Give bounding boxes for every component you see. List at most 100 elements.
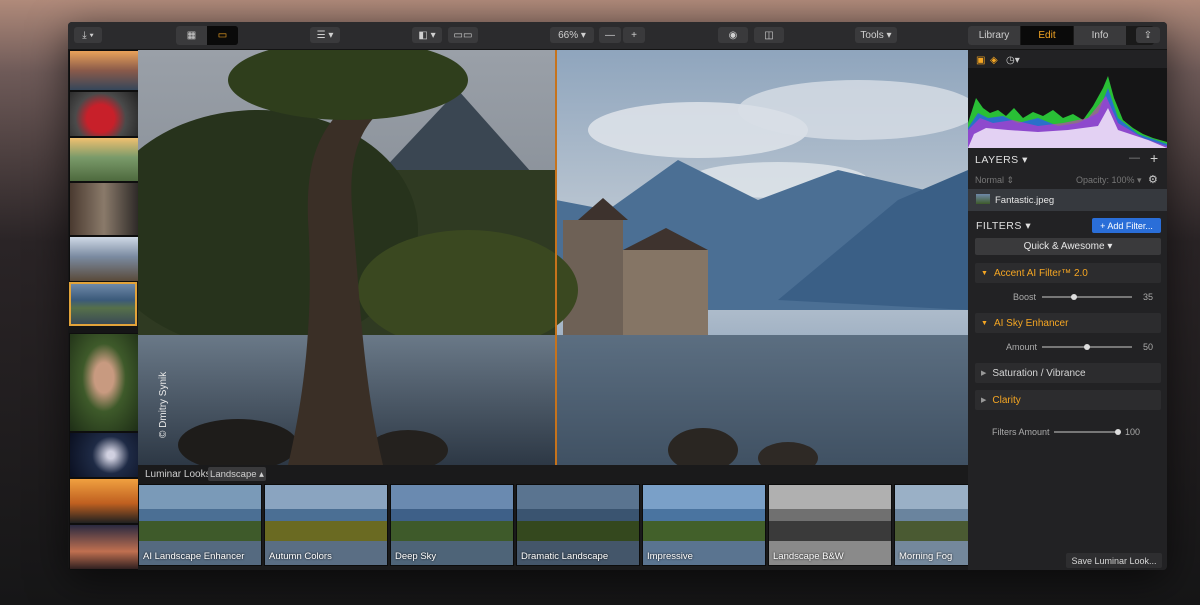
grid-view-button[interactable]: ▦ — [176, 26, 207, 45]
view-mode-toggle: ▦ ▭ — [176, 26, 238, 45]
export-button[interactable]: ⤓ ▾ — [74, 27, 102, 43]
look-name: AI Landscape Enhancer — [143, 551, 245, 562]
opacity-value: Opacity: 100% — [1076, 175, 1135, 185]
layers-stack-icon[interactable]: ◈ — [990, 55, 998, 66]
look-name: Landscape B&W — [773, 551, 844, 562]
layer-thumbnail — [976, 194, 990, 204]
chevron-down-icon: ▼ — [981, 319, 988, 327]
boost-slider-knob[interactable] — [1070, 294, 1077, 300]
single-view-button[interactable]: ▭ — [207, 26, 238, 45]
zoom-out-button[interactable]: — — [599, 27, 621, 43]
histogram — [968, 68, 1167, 148]
look-thumb[interactable]: AI Landscape Enhancer — [138, 484, 262, 566]
filter-ai-sky-enhancer[interactable]: ▼ AI Sky Enhancer — [975, 313, 1161, 333]
boost-slider[interactable] — [1042, 294, 1132, 300]
preview-button[interactable]: ◉ — [718, 27, 748, 43]
filmstrip-thumb[interactable] — [69, 91, 139, 137]
blend-mode-value: Normal — [975, 175, 1005, 185]
layer-settings-gear-icon[interactable]: ⚙ — [1148, 173, 1158, 186]
zoom-in-button[interactable]: + — [623, 27, 645, 43]
remove-layer-button[interactable]: — — [1129, 152, 1140, 164]
filmstrip-thumb[interactable] — [69, 524, 139, 570]
boost-value: 35 — [1143, 292, 1154, 302]
opacity-select[interactable]: Opacity: 100% ▾ — [1076, 175, 1142, 186]
mode-tabs: Library Edit Info — [968, 26, 1154, 45]
look-thumb[interactable]: Impressive — [642, 484, 766, 566]
amount-slider[interactable] — [1042, 344, 1132, 350]
look-thumb[interactable]: Autumn Colors — [264, 484, 388, 566]
amount-value: 50 — [1143, 342, 1154, 352]
panels-button[interactable]: ◧ ▾ — [412, 27, 442, 43]
filter-saturation-vibrance[interactable]: ▶ Saturation / Vibrance — [975, 363, 1161, 383]
look-thumb[interactable]: Landscape B&W — [768, 484, 892, 566]
looks-category-select[interactable]: Landscape ▴ — [208, 467, 266, 481]
look-name: Dramatic Landscape — [521, 551, 609, 562]
look-name: Autumn Colors — [269, 551, 332, 562]
tab-library[interactable]: Library — [968, 26, 1020, 45]
photo-watermark: © Dmitry Synik — [158, 371, 169, 438]
look-thumb[interactable]: Morning Fog — [894, 484, 970, 566]
look-name: Morning Fog — [899, 551, 953, 562]
filmstrip-thumb[interactable] — [69, 137, 139, 182]
save-look-button[interactable]: Save Luminar Look... — [1066, 553, 1162, 568]
sort-button[interactable]: ☰ ▾ — [310, 27, 340, 43]
filmstrip-thumb[interactable] — [69, 50, 139, 91]
filter-accent-ai[interactable]: ▼ Accent AI Filter™ 2.0 — [975, 263, 1161, 283]
chevron-right-icon: ▶ — [981, 370, 987, 377]
amount-label: Amount — [1006, 342, 1038, 352]
app-window: ⤓ ▾ ▦ ▭ ☰ ▾ ◧ ▾ ▭▭ 66% ▾ — + ◉ ◫ Tools ▾… — [68, 22, 1167, 570]
layer-row[interactable]: Fantastic.jpeg — [968, 189, 1167, 211]
add-filter-button[interactable]: + Add Filter... — [1092, 218, 1161, 233]
tab-edit[interactable]: Edit — [1021, 26, 1073, 45]
filmstrip-thumb-selected[interactable] — [69, 282, 137, 326]
filter-name: Clarity — [992, 394, 1021, 406]
zoom-value: 66% — [558, 29, 579, 41]
add-layer-button[interactable]: + — [1150, 150, 1158, 166]
plus-icon: + — [631, 29, 637, 41]
filmstrip-button[interactable]: ▭▭ — [448, 27, 478, 43]
filters-amount-label: Filters Amount — [992, 427, 1050, 437]
tab-label: Info — [1091, 30, 1109, 41]
filters-header[interactable]: FILTERS ▾ — [976, 220, 1031, 232]
compare-button[interactable]: ◫ — [754, 27, 784, 43]
download-icon: ⤓ ▾ — [82, 29, 94, 41]
tab-info[interactable]: Info — [1074, 26, 1126, 45]
histogram-icon[interactable]: ▣ — [976, 55, 985, 66]
look-name: Impressive — [647, 551, 693, 562]
filmstrip-thumb[interactable] — [69, 333, 139, 432]
split-compare-icon: ◫ — [764, 29, 774, 41]
image-canvas[interactable]: © Dmitry Synik — [138, 50, 968, 465]
blend-mode-select[interactable]: Normal ⇕ — [975, 175, 1014, 186]
filters-title: FILTERS — [976, 220, 1022, 232]
looks-category-value: Landscape — [210, 468, 257, 480]
tab-label: Library — [978, 30, 1010, 41]
tab-label: Edit — [1038, 30, 1056, 41]
chevron-down-icon: ▼ — [981, 269, 988, 277]
share-icon: ⇪ — [1143, 29, 1153, 41]
looks-bar: Luminar Looks: Landscape ▴ AI Landscape … — [138, 465, 970, 570]
boost-label: Boost — [1013, 292, 1037, 302]
toolbar: ⤓ ▾ ▦ ▭ ☰ ▾ ◧ ▾ ▭▭ 66% ▾ — + ◉ ◫ Tools ▾… — [68, 22, 1167, 50]
eye-icon: ◉ — [728, 29, 738, 41]
filmstrip-thumb[interactable] — [69, 236, 139, 282]
share-button[interactable]: ⇪ — [1136, 27, 1160, 43]
filters-amount-slider-knob[interactable] — [1115, 429, 1121, 435]
tools-label: Tools — [860, 29, 884, 41]
photo-preview — [138, 50, 968, 465]
filter-name: AI Sky Enhancer — [993, 317, 1069, 329]
filters-amount-slider[interactable] — [1054, 429, 1121, 435]
filters-amount-value: 100 — [1125, 427, 1141, 437]
look-thumb[interactable]: Deep Sky — [390, 484, 514, 566]
preset-select[interactable]: Quick & Awesome ▾ — [975, 238, 1161, 255]
tools-menu[interactable]: Tools ▾ — [855, 27, 897, 43]
layers-header[interactable]: LAYERS ▾ — [975, 154, 1028, 166]
zoom-select[interactable]: 66% ▾ — [550, 27, 594, 43]
look-thumb[interactable]: Dramatic Landscape — [516, 484, 640, 566]
filmstrip-thumb[interactable] — [69, 432, 139, 478]
layer-name: Fantastic.jpeg — [995, 195, 1055, 206]
filmstrip-thumb[interactable] — [69, 478, 139, 524]
amount-slider-knob[interactable] — [1084, 344, 1090, 350]
filter-clarity[interactable]: ▶ Clarity — [975, 390, 1161, 410]
history-icon[interactable]: ◷▾ — [1006, 55, 1020, 66]
filmstrip-thumb[interactable] — [69, 182, 139, 236]
